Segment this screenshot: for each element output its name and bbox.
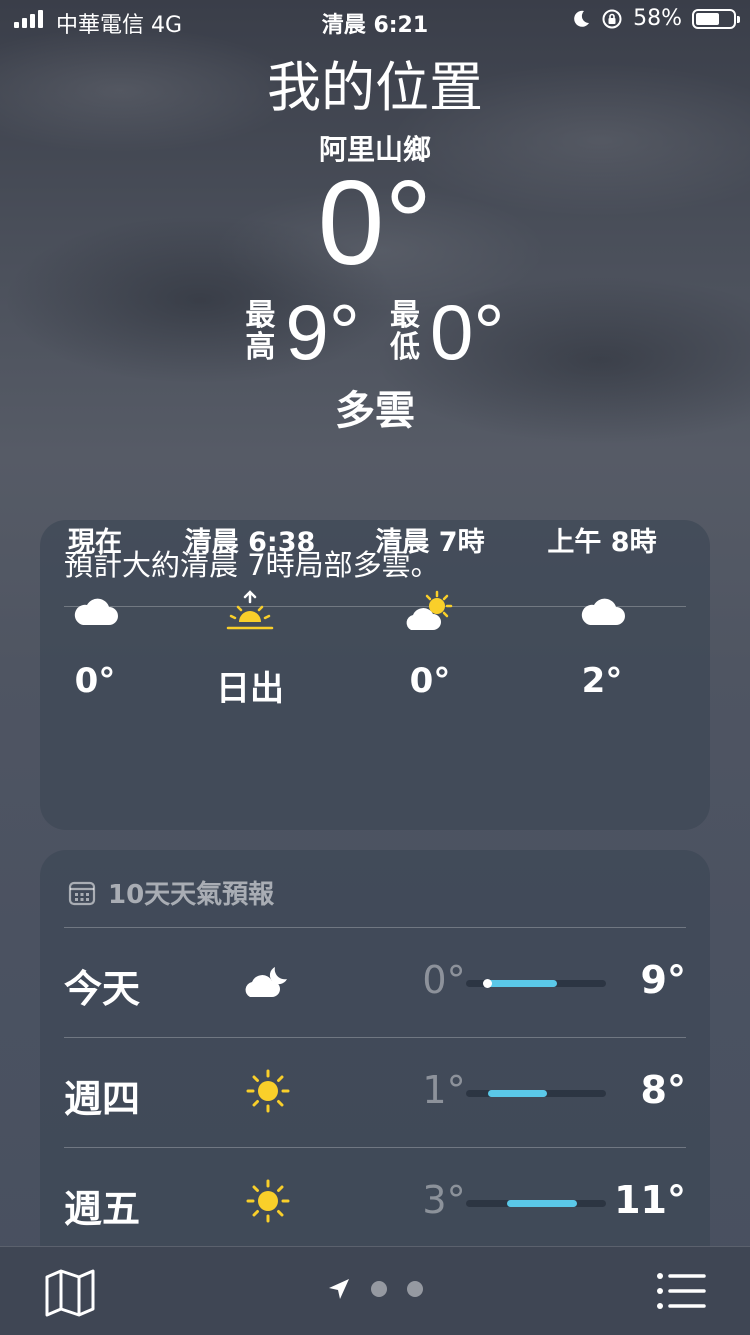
hour-label: 清晨 6:38 <box>184 527 316 558</box>
hour-value: 2° <box>581 661 623 701</box>
range-segment <box>488 1090 548 1097</box>
forecast-high: 8° <box>640 1068 686 1112</box>
cloud-icon <box>581 598 625 625</box>
current-temperature: 0° <box>317 156 433 290</box>
location-title: 我的位置 <box>267 56 483 119</box>
high-temperature: 9° <box>285 288 360 376</box>
sun-icon <box>246 1069 290 1113</box>
location-arrow-icon[interactable] <box>327 1277 351 1301</box>
hour-item[interactable]: 清晨 7時 0° <box>360 520 500 701</box>
forecast-row[interactable]: 週四 1° 8° <box>64 1038 686 1148</box>
forecast-day: 週四 <box>64 1077 141 1121</box>
cloudy-night-icon <box>245 967 287 997</box>
page-indicator[interactable] <box>0 1277 750 1301</box>
high-label: 最高 <box>245 298 276 365</box>
hour-value: 0° <box>74 661 116 701</box>
forecast-high: 9° <box>640 958 686 1002</box>
daily-forecast-card[interactable]: 10天天氣預報 今天 0° 9° 週四 1° 8° 週五 3° 11° <box>40 850 710 1270</box>
range-segment <box>487 980 557 987</box>
calendar-icon <box>68 881 96 905</box>
hour-value: 日出 <box>216 669 284 709</box>
bottom-toolbar <box>0 1246 750 1335</box>
hourly-forecast-card[interactable]: 預計大約清晨 7時局部多雲。 現在 0° 清晨 6:38 日出 清晨 7時 0°… <box>40 520 710 830</box>
current-temp-dot <box>483 979 492 988</box>
partly-sunny-icon <box>406 590 453 630</box>
hour-item[interactable]: 現在 0° <box>50 520 140 701</box>
page-dot[interactable] <box>407 1281 423 1297</box>
battery-percent: 58% <box>633 6 682 31</box>
low-label: 最低 <box>390 298 420 365</box>
list-icon[interactable] <box>656 1271 706 1311</box>
hour-label: 現在 <box>68 527 122 558</box>
forecast-row[interactable]: 今天 0° 9° <box>64 928 686 1038</box>
temperature-range-bar <box>466 1090 606 1097</box>
moon-icon <box>574 10 590 27</box>
forecast-row[interactable]: 週五 3° 11° <box>64 1148 686 1258</box>
hour-label: 上午 8時 <box>547 527 657 558</box>
cloud-icon <box>74 598 118 625</box>
page-dot[interactable] <box>371 1281 387 1297</box>
temperature-range-bar <box>466 1200 606 1207</box>
battery-icon <box>692 8 740 29</box>
forecast-day: 今天 <box>64 967 141 1011</box>
low-temperature: 0° <box>430 288 505 376</box>
hour-item[interactable]: 清晨 6:38 日出 <box>180 520 320 710</box>
range-segment <box>506 1200 577 1207</box>
forecast-day: 週五 <box>64 1187 141 1231</box>
temperature-range-bar <box>466 979 606 988</box>
hour-label: 清晨 7時 <box>375 527 485 558</box>
high-low: 最高 9° 最低 0° <box>0 290 750 374</box>
condition-label: 多雲 <box>335 388 415 434</box>
sunrise-icon <box>226 590 274 630</box>
hour-value: 0° <box>409 661 451 701</box>
status-bar: 中華電信 4G 清晨 6:21 58% <box>0 0 750 40</box>
hour-item[interactable]: 上午 8時 2° <box>532 520 672 701</box>
sun-icon <box>246 1179 290 1223</box>
forecast-high: 11° <box>614 1178 686 1222</box>
rotation-lock-icon <box>602 9 622 28</box>
forecast-title: 10天天氣預報 <box>108 880 275 910</box>
forecast-header: 10天天氣預報 <box>68 874 274 911</box>
